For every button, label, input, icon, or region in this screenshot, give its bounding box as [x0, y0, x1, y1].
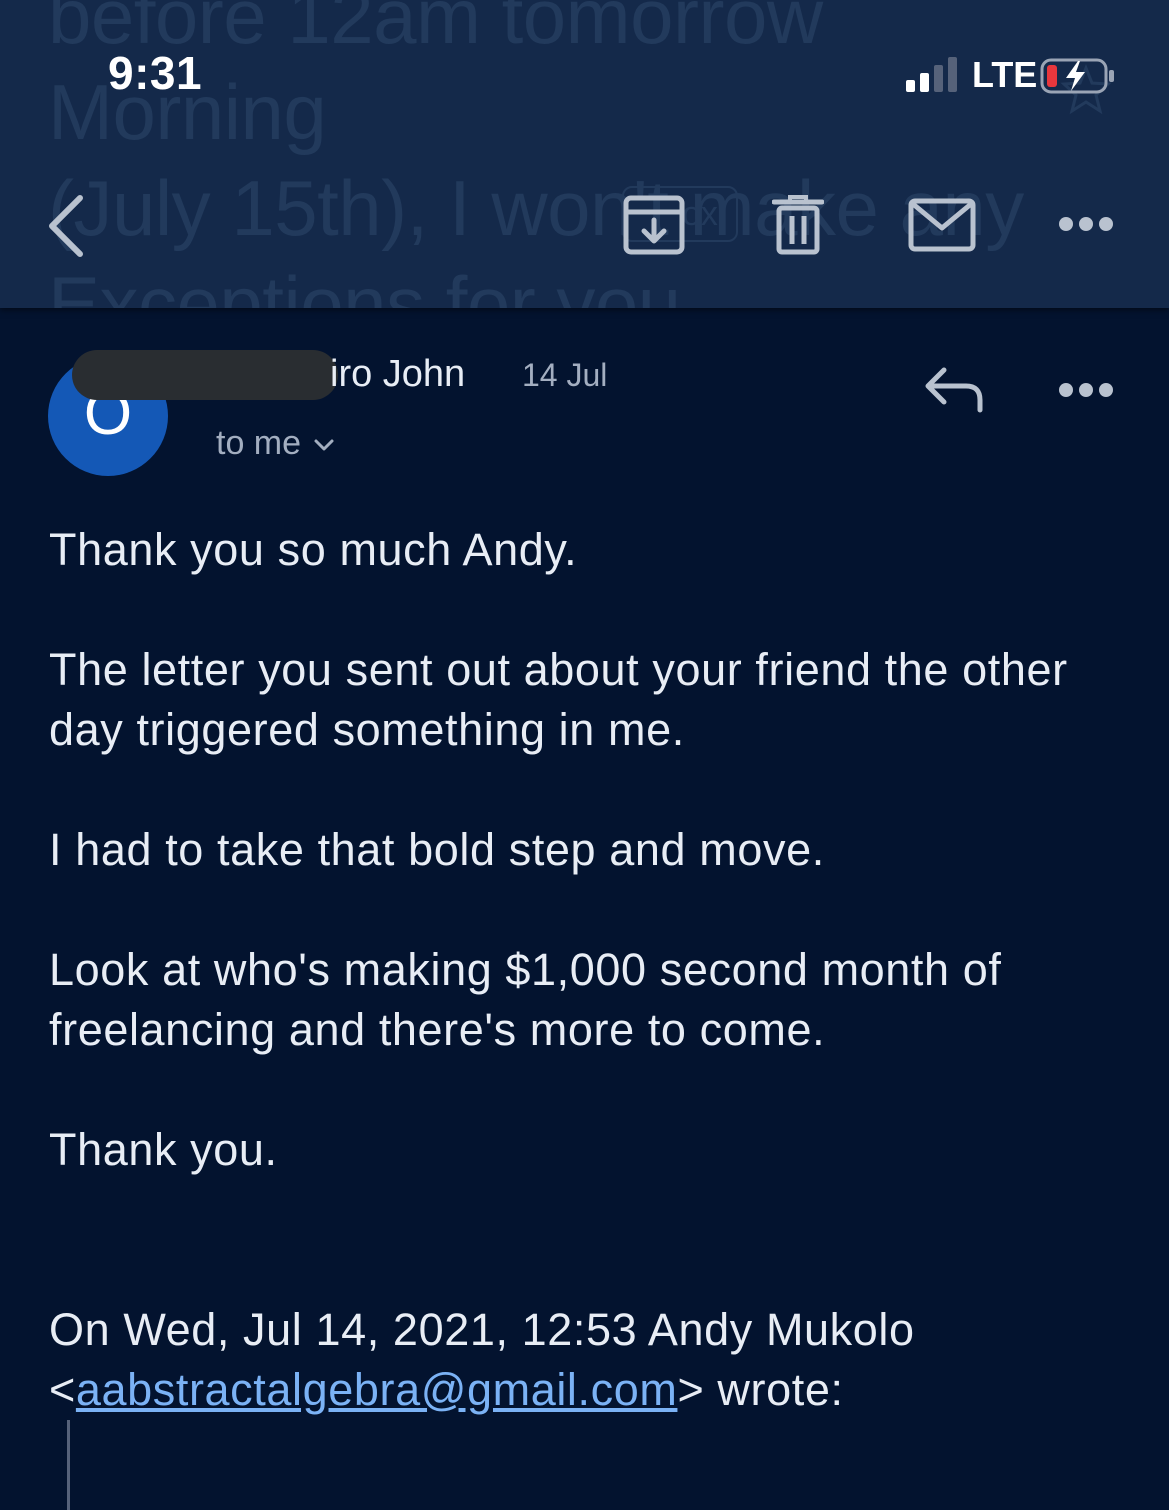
body-paragraph: Thank you so much Andy.: [49, 524, 578, 575]
app-bar: before 12am tomorrow Morning (July 15th)…: [0, 0, 1169, 308]
body-paragraph: I had to take that bold step and move.: [49, 824, 825, 875]
trash-icon[interactable]: [772, 194, 824, 256]
message-more-options-icon[interactable]: [1056, 378, 1116, 402]
archive-icon[interactable]: [622, 194, 686, 256]
recipient-label: to me: [216, 424, 302, 462]
quote-wrote-text: > wrote:: [677, 1364, 844, 1415]
sender-email-link[interactable]: aabstractalgebra@gmail.com: [76, 1364, 678, 1415]
chevron-down-icon: [314, 439, 334, 451]
recipient-details-toggle[interactable]: to me: [216, 420, 335, 466]
cellular-signal-icon: [906, 57, 957, 92]
status-time: 9:31: [108, 47, 203, 99]
redaction-bar: [72, 350, 338, 400]
network-type: LTE: [972, 54, 1038, 95]
mail-icon[interactable]: [908, 198, 976, 252]
quote-divider: [67, 1420, 70, 1510]
sent-date: 14 Jul: [522, 357, 608, 393]
quoted-reply-header: On Wed, Jul 14, 2021, 12:53 Andy Mukolo …: [49, 1300, 1129, 1420]
back-icon[interactable]: [44, 194, 88, 258]
body-paragraph: Look at who's making $1,000 second month…: [49, 944, 1002, 1055]
sender-name[interactable]: iro John: [330, 350, 465, 398]
quote-attribution: On Wed, Jul 14, 2021, 12:53 Andy Mukolo: [49, 1304, 915, 1355]
body-paragraph: Thank you.: [49, 1124, 278, 1175]
message-body: Thank you so much Andy. The letter you s…: [49, 520, 1129, 1240]
battery-charging-icon: [1040, 58, 1114, 94]
reply-icon[interactable]: [922, 364, 986, 414]
body-paragraph: The letter you sent out about your frien…: [49, 644, 1068, 755]
quote-open-bracket: <: [49, 1364, 76, 1415]
more-options-icon[interactable]: [1056, 212, 1116, 236]
